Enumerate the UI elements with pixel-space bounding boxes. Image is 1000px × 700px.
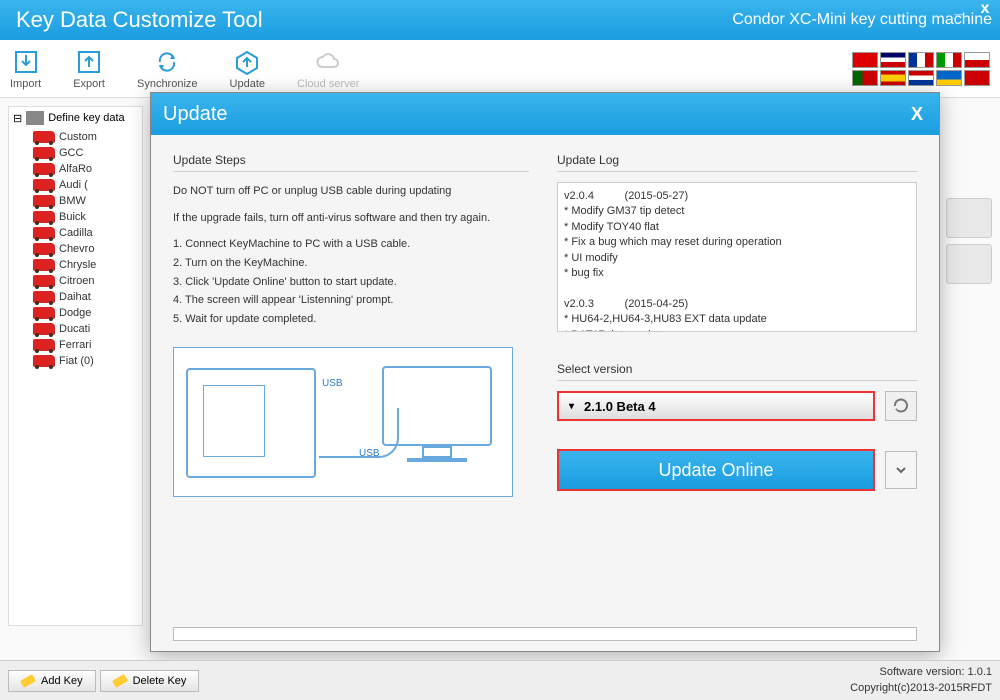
status-info: Software version: 1.0.1 Copyright(c)2013… [850,665,992,696]
flag-tr[interactable] [964,70,990,86]
folder-icon [26,111,44,125]
chevron-down-icon [895,464,907,476]
car-icon [33,355,55,367]
update-button[interactable]: Update [230,48,265,90]
flag-it[interactable] [936,52,962,68]
export-icon [75,48,103,76]
cloud-icon [314,48,342,76]
toolbar: Import Export Synchronize Update Cloud s… [0,40,1000,98]
minimize-button[interactable]: _ [950,2,968,18]
import-icon [12,48,40,76]
titlebar: Key Data Customize Tool Condor XC-Mini k… [0,0,1000,40]
refresh-icon [892,397,910,415]
car-icon [33,131,55,143]
refresh-button[interactable] [885,391,917,421]
update-log[interactable]: v2.0.4 (2015-05-27) * Modify GM37 tip de… [557,182,917,332]
tree-item[interactable]: Audi ( [33,177,142,193]
flag-nl[interactable] [908,70,934,86]
update-icon [233,48,261,76]
tree-item[interactable]: Chevro [33,241,142,257]
tree-item[interactable]: BMW [33,193,142,209]
add-key-button[interactable]: Add Key [8,670,96,692]
flag-pl[interactable] [964,52,990,68]
progress-bar [173,627,917,641]
keypad-button[interactable] [946,244,992,284]
synchronize-button[interactable]: Synchronize [137,48,198,90]
connection-diagram: USB USB [173,347,513,497]
tree-item[interactable]: Cadilla [33,225,142,241]
app-title: Key Data Customize Tool [8,7,263,33]
export-button[interactable]: Export [73,48,105,90]
car-icon [33,323,55,335]
sync-icon [153,48,181,76]
steps-title: Update Steps [173,153,529,172]
tree-item[interactable]: Custom [33,129,142,145]
tree-item[interactable]: Ferrari [33,337,142,353]
key-icon [20,674,36,688]
statusbar: Add Key Delete Key Software version: 1.0… [0,660,1000,700]
dialog-close-button[interactable]: X [907,104,927,124]
delete-key-button[interactable]: Delete Key [100,670,200,692]
tree-item[interactable]: Fiat (0) [33,353,142,369]
car-icon [33,259,55,271]
car-icon [33,339,55,351]
flag-fr[interactable] [908,52,934,68]
flag-cn[interactable] [852,52,878,68]
log-title: Update Log [557,153,917,172]
flag-se[interactable] [936,70,962,86]
car-icon [33,211,55,223]
flag-pt[interactable] [852,70,878,86]
machine-icon [186,368,316,478]
update-dropdown-button[interactable] [885,451,917,489]
key-icon [112,674,128,688]
version-select[interactable]: 2.1.0 Beta 4 [557,391,875,421]
import-button[interactable]: Import [10,48,41,90]
car-icon [33,163,55,175]
tree-root[interactable]: ⊟ Define key data [9,107,142,129]
flag-uk[interactable] [880,52,906,68]
car-icon [33,195,55,207]
car-icon [33,147,55,159]
flag-es[interactable] [880,70,906,86]
language-flags [852,52,990,86]
car-icon [33,291,55,303]
tree-item[interactable]: AlfaRo [33,161,142,177]
dialog-title: Update [163,103,228,126]
update-steps: Do NOT turn off PC or unplug USB cable d… [173,182,529,329]
tree-item[interactable]: Daihat [33,289,142,305]
car-icon [33,307,55,319]
car-icon [33,275,55,287]
close-window-button[interactable]: x [976,2,994,18]
tree-item[interactable]: Buick [33,209,142,225]
monitor-icon [382,366,492,446]
car-icon [33,179,55,191]
keypad-button[interactable] [946,198,992,238]
tree-item[interactable]: Ducati [33,321,142,337]
car-icon [33,243,55,255]
cloud-server-button[interactable]: Cloud server [297,48,359,90]
car-icon [33,227,55,239]
tree-item[interactable]: Citroen [33,273,142,289]
tree-item[interactable]: Dodge [33,305,142,321]
update-online-button[interactable]: Update Online [557,449,875,491]
update-dialog: Update X Update Steps Do NOT turn off PC… [150,92,940,652]
tree-item[interactable]: GCC [33,145,142,161]
dialog-header: Update X [151,93,939,135]
version-title: Select version [557,362,917,381]
tree-panel: ⊟ Define key data CustomGCCAlfaRoAudi (B… [8,106,143,626]
tree-item[interactable]: Chrysle [33,257,142,273]
